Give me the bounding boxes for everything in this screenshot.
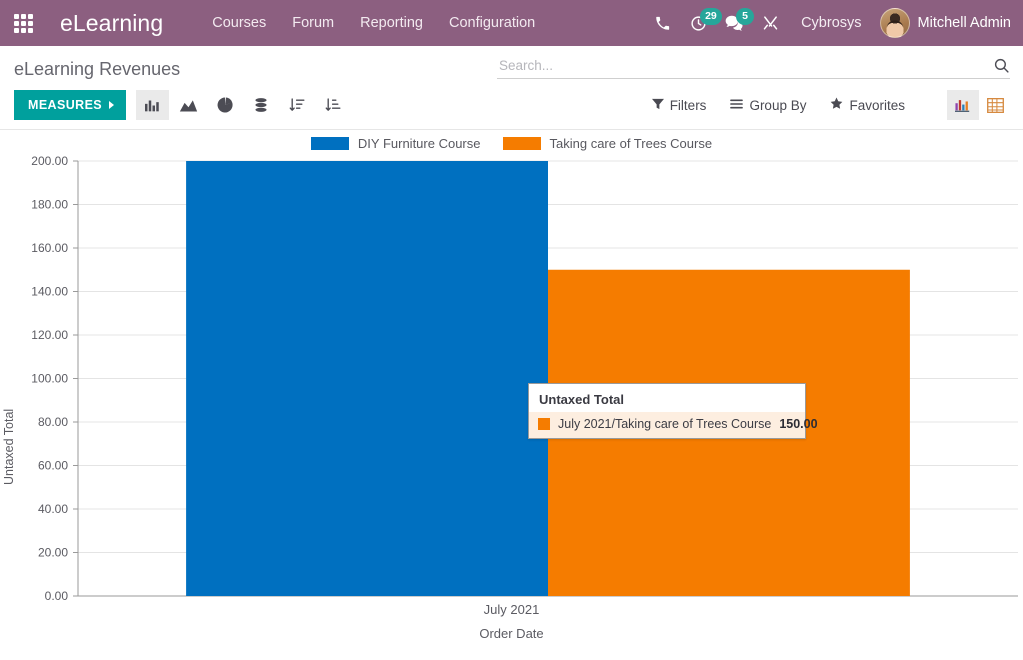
page-title: eLearning Revenues xyxy=(14,59,181,79)
brand-title[interactable]: eLearning xyxy=(60,10,163,37)
menu-item-configuration[interactable]: Configuration xyxy=(436,2,548,44)
y-tick-label: 200.00 xyxy=(31,154,68,168)
menu-item-courses[interactable]: Courses xyxy=(199,2,279,44)
search-input[interactable] xyxy=(497,57,993,74)
star-icon xyxy=(830,97,843,113)
main-menu: Courses Forum Reporting Configuration xyxy=(199,2,548,44)
y-tick-label: 140.00 xyxy=(31,285,68,299)
apps-menu-button[interactable] xyxy=(0,0,46,46)
y-tick-label: 60.00 xyxy=(38,459,68,473)
filter-icon xyxy=(651,98,664,113)
group-by-icon xyxy=(730,98,744,113)
y-tick-label: 160.00 xyxy=(31,241,68,255)
chart-canvas[interactable]: 0.00 20.00 40.00 60.00 80.00 100.00 120.00 140.… xyxy=(0,130,1023,660)
sort-ascending-icon[interactable] xyxy=(316,90,349,120)
tooltip-title: Untaxed Total xyxy=(539,392,624,407)
sort-descending-icon[interactable] xyxy=(280,90,313,120)
y-tick-label: 20.00 xyxy=(38,546,68,560)
y-tick-label: 80.00 xyxy=(38,415,68,429)
tooltip-row: July 2021/Taking care of Trees Course 15… xyxy=(529,412,818,438)
favorites-label: Favorites xyxy=(849,97,905,113)
developer-tools-icon[interactable] xyxy=(753,0,787,46)
chart-tooltip: Untaxed Total July 2021/Taking care of T… xyxy=(528,383,818,439)
chevron-right-icon xyxy=(109,101,115,109)
search-bar[interactable] xyxy=(497,57,1010,79)
avatar xyxy=(879,8,910,38)
chart-x-axis-label: Order Date xyxy=(479,626,544,641)
pivot-view-icon[interactable] xyxy=(979,90,1011,120)
tooltip-value: 150.00 xyxy=(779,417,818,431)
y-tick-label: 180.00 xyxy=(31,198,68,212)
tooltip-key: July 2021/Taking care of Trees Course xyxy=(558,417,772,431)
control-panel-bottom-row: MEASURES Filters Group By Favorites xyxy=(14,90,1011,120)
chart-bar[interactable] xyxy=(186,161,548,596)
tooltip-swatch xyxy=(538,418,550,430)
messages-count-badge: 5 xyxy=(736,8,755,25)
menu-item-forum[interactable]: Forum xyxy=(279,2,347,44)
company-switcher[interactable]: Cybrosys xyxy=(789,15,873,31)
top-navbar: eLearning Courses Forum Reporting Config… xyxy=(0,0,1023,46)
group-by-label: Group By xyxy=(749,97,807,113)
filters-label: Filters xyxy=(669,97,707,113)
phone-icon[interactable] xyxy=(645,0,679,46)
user-menu[interactable]: Mitchell Admin xyxy=(876,8,1011,38)
control-panel: eLearning Revenues MEASURES xyxy=(0,46,1023,130)
control-panel-top-row: eLearning Revenues xyxy=(14,46,1011,80)
pie-chart-icon[interactable] xyxy=(208,90,241,120)
favorites-dropdown[interactable]: Favorites xyxy=(818,91,917,119)
line-chart-icon[interactable] xyxy=(172,90,205,120)
chart-x-tick-label: July 2021 xyxy=(483,602,540,617)
search-icon[interactable] xyxy=(993,57,1010,74)
search-options: Filters Group By Favorites xyxy=(640,90,1011,120)
messages-icon[interactable]: 5 xyxy=(717,0,755,46)
activity-clock-icon[interactable]: 29 xyxy=(681,0,722,46)
measures-button[interactable]: MEASURES xyxy=(14,90,127,120)
y-tick-label: 100.00 xyxy=(31,372,68,386)
y-tick-label: 0.00 xyxy=(45,589,69,603)
user-name-label: Mitchell Admin xyxy=(917,15,1011,31)
group-by-dropdown[interactable]: Group By xyxy=(718,92,818,119)
measures-button-label: MEASURES xyxy=(28,98,103,112)
y-tick-label: 120.00 xyxy=(31,328,68,342)
y-tick-label: 40.00 xyxy=(38,502,68,516)
menu-item-reporting[interactable]: Reporting xyxy=(347,2,436,44)
navbar-right-tools: 29 5 Cybrosys Mitchell Admin xyxy=(645,0,1023,46)
bar-chart-icon[interactable] xyxy=(136,90,170,120)
chart-y-tick-labels: 0.00 20.00 40.00 60.00 80.00 100.00 120.00 140.… xyxy=(31,154,68,603)
view-switcher xyxy=(947,90,1011,120)
chart-y-axis-label: Untaxed Total xyxy=(2,408,16,485)
chart-bars xyxy=(186,161,910,596)
filters-dropdown[interactable]: Filters xyxy=(640,92,719,119)
graph-view-icon[interactable] xyxy=(947,90,979,120)
apps-grid-icon xyxy=(13,13,33,33)
stacked-icon[interactable] xyxy=(244,90,277,120)
graph-view: DIY Furniture Course Taking care of Tree… xyxy=(0,130,1023,660)
